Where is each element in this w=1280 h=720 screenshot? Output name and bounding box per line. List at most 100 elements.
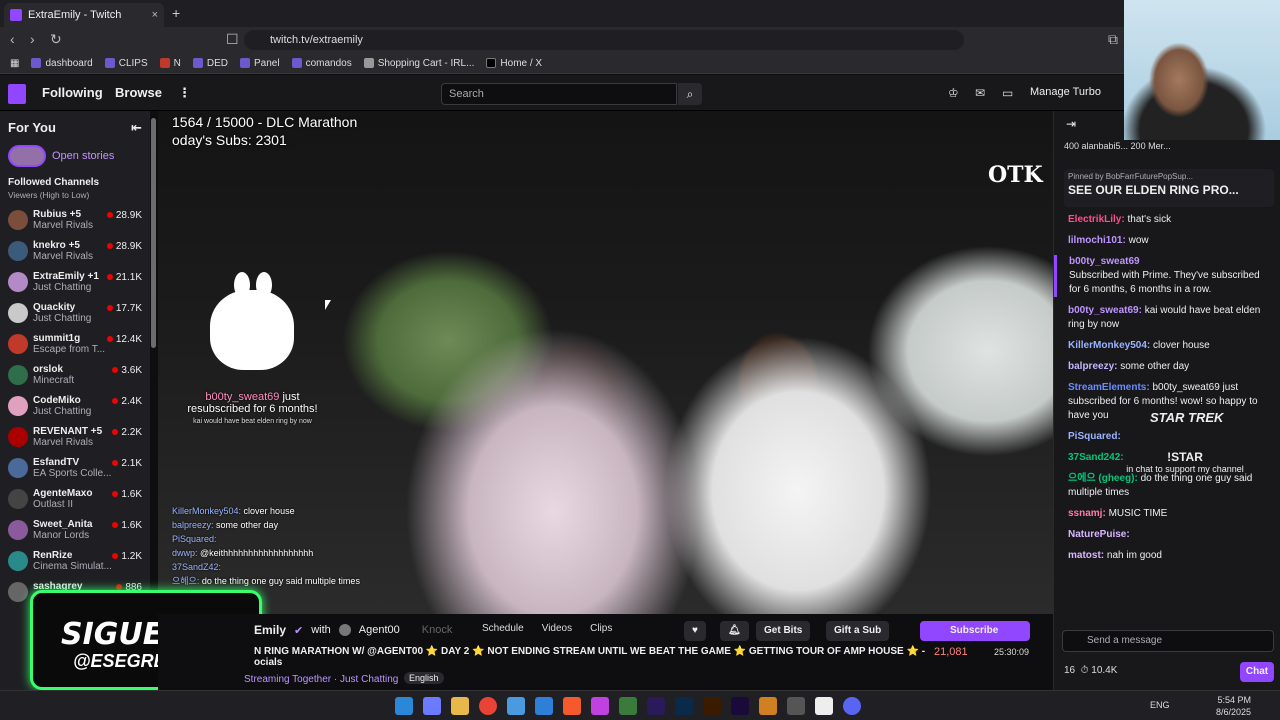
for-you-heading: For You <box>8 120 56 135</box>
collab-name[interactable]: Agent00 <box>359 624 400 636</box>
sidebar-channel[interactable]: RenRize Cinema Simulat... 1.2K <box>0 545 150 576</box>
search-icon[interactable]: ⌕ <box>678 83 702 105</box>
bookmark-x[interactable]: Home / X <box>486 58 542 69</box>
bookmark-icon[interactable]: ☐ <box>226 31 239 48</box>
sidebar-channel[interactable]: REVENANT +5 Marvel Rivals 2.2K <box>0 421 150 452</box>
after-effects-icon[interactable] <box>731 697 749 715</box>
category-link[interactable]: Streaming Together · Just Chatting <box>244 674 398 685</box>
new-tab-icon[interactable]: + <box>172 5 180 21</box>
twitch-logo-icon[interactable] <box>8 84 26 104</box>
sidebar-channel[interactable]: orslok Minecraft 3.6K <box>0 359 150 390</box>
inbox-icon[interactable]: ✉ <box>975 86 985 100</box>
sidebar-channel[interactable]: Rubius +5 Marvel Rivals 28.9K <box>0 204 150 235</box>
chat-message[interactable]: b00ty_sweat69: kai would have beat elden… <box>1068 304 1274 332</box>
following-link[interactable]: Following <box>42 85 103 100</box>
sidebar-channel[interactable]: ExtraEmily +1 Just Chatting 21.1K <box>0 266 150 297</box>
sidebar-channel[interactable]: CodeMiko Just Chatting 2.4K <box>0 390 150 421</box>
sub-alert: b00ty_sweat69 just resubscribed for 6 mo… <box>170 391 335 425</box>
notifications-icon[interactable]: 🔔︎ <box>720 621 749 641</box>
pinned-message[interactable]: Pinned by BobFarrFuturePopSup... SEE OUR… <box>1064 169 1274 207</box>
reload-icon[interactable]: ↻ <box>50 31 62 48</box>
back-icon[interactable]: ‹ <box>10 31 15 47</box>
illustrator-icon[interactable] <box>703 697 721 715</box>
bookmark-comandos[interactable]: comandos <box>291 58 352 69</box>
language-indicator[interactable]: ENG <box>1150 700 1170 710</box>
chat-message[interactable]: PiSquared: <box>1068 430 1274 444</box>
channel-points[interactable]: 16 ⏱ 10.4K <box>1064 665 1117 676</box>
chat-message[interactable]: NaturePuise: <box>1068 528 1274 542</box>
videos-link[interactable]: Videos <box>542 623 572 634</box>
chat-message[interactable]: KillerMonkey504: clover house <box>1068 339 1274 353</box>
premiere-icon[interactable] <box>647 697 665 715</box>
photoshop-icon[interactable] <box>675 697 693 715</box>
clips-link[interactable]: Clips <box>590 623 612 634</box>
schedule-link[interactable]: Schedule <box>482 623 524 634</box>
bookmark-shopping[interactable]: Shopping Cart - IRL... <box>363 58 474 69</box>
chat-send-button[interactable]: Chat <box>1240 662 1274 682</box>
app-icon[interactable] <box>591 697 609 715</box>
app-icon[interactable] <box>507 697 525 715</box>
chat-message[interactable]: 으에으 (gheeg): do the thing one guy said m… <box>1068 472 1274 500</box>
browse-link[interactable]: Browse <box>115 85 162 100</box>
close-tab-icon[interactable]: × <box>152 9 158 21</box>
crown-icon[interactable]: ♔ <box>948 86 959 100</box>
chat-input[interactable]: Send a message <box>1062 630 1274 652</box>
app-icon[interactable] <box>535 697 553 715</box>
browser-tab[interactable]: ExtraEmily - Twitch × <box>4 3 164 27</box>
open-stories[interactable]: Open stories <box>0 145 150 167</box>
channel-avatar <box>8 550 28 571</box>
chat-message[interactable]: balpreezy: some other day <box>1068 360 1274 374</box>
knock-button[interactable]: Knock <box>422 624 453 636</box>
brave-icon[interactable] <box>563 697 581 715</box>
subscribe-button[interactable]: Subscribe <box>920 621 1030 641</box>
sidebar-channel[interactable]: EsfandTV EA Sports Colle... 2.1K <box>0 452 150 483</box>
bookmark-dashboard[interactable]: dashboard <box>31 58 93 69</box>
get-bits-button[interactable]: Get Bits <box>756 621 811 641</box>
search-input[interactable]: Search <box>441 83 677 105</box>
sidebar-channel[interactable]: Sweet_Anita Manor Lords 1.6K <box>0 514 150 545</box>
chat-message[interactable]: lilmochi101: wow <box>1068 234 1274 248</box>
sidebar-scrollbar[interactable] <box>151 118 156 348</box>
channel-name: Rubius +5 <box>33 208 82 220</box>
gift-sub-button[interactable]: Gift a Sub <box>826 621 890 641</box>
bunny-ear <box>256 272 272 298</box>
channel-name: summit1g <box>33 332 81 344</box>
bookmark-n[interactable]: N <box>159 58 181 69</box>
bookmark-panel[interactable]: Panel <box>239 58 280 69</box>
forward-icon[interactable]: › <box>30 31 35 47</box>
follow-heart-icon[interactable]: ♥ <box>684 621 706 641</box>
notion-icon[interactable] <box>815 697 833 715</box>
whispers-icon[interactable]: ▭ <box>1002 86 1013 100</box>
collapse-icon[interactable]: ⇤ <box>131 120 142 136</box>
sidebar-channel[interactable]: knekro +5 Marvel Rivals 28.9K <box>0 235 150 266</box>
url-field[interactable]: twitch.tv/extraemily <box>244 30 964 50</box>
app-icon[interactable] <box>619 697 637 715</box>
streamer-name[interactable]: Emily <box>254 623 286 637</box>
sidebar-channel[interactable]: summit1g Escape from T... 12.4K <box>0 328 150 359</box>
extensions-icon[interactable]: ⧉ <box>1108 31 1118 48</box>
windows-start-icon[interactable] <box>395 697 413 715</box>
collapse-chat-icon[interactable]: ⇥ <box>1066 117 1076 131</box>
channel-viewers: 28.9K <box>107 210 142 221</box>
copilot-icon[interactable] <box>423 697 441 715</box>
sidebar-channel[interactable]: Quackity Just Chatting 17.7K <box>0 297 150 328</box>
discord-icon[interactable] <box>843 697 861 715</box>
language-tag[interactable]: English <box>404 672 444 684</box>
apps-icon[interactable]: ▦ <box>10 58 19 69</box>
file-explorer-icon[interactable] <box>451 697 469 715</box>
app-icon[interactable] <box>787 697 805 715</box>
bookmark-clips[interactable]: CLIPS <box>104 58 148 69</box>
sidebar-channel[interactable]: AgenteMaxo Outlast II 1.6K <box>0 483 150 514</box>
chrome-icon[interactable] <box>479 697 497 715</box>
with-label: with <box>311 624 331 636</box>
app-icon[interactable] <box>759 697 777 715</box>
more-icon[interactable]: ⋮ <box>178 85 191 101</box>
bookmark-ded[interactable]: DED <box>192 58 228 69</box>
manage-turbo-button[interactable]: Manage Turbo <box>1030 86 1101 98</box>
chat-panel: ⇥ 400 alanbabi5... 200 Mer... Pinned by … <box>1053 111 1280 690</box>
chat-message[interactable]: ssnamj: MUSIC TIME <box>1068 507 1274 521</box>
chat-message[interactable]: matost: nah im good <box>1068 549 1274 563</box>
clock[interactable]: 5:54 PM 8/6/2025 <box>1216 694 1251 718</box>
goal-overlay: 1564 / 15000 - DLC Marathon oday's Subs:… <box>172 113 357 149</box>
chat-message[interactable]: ElectrikLily: that's sick <box>1068 213 1274 227</box>
